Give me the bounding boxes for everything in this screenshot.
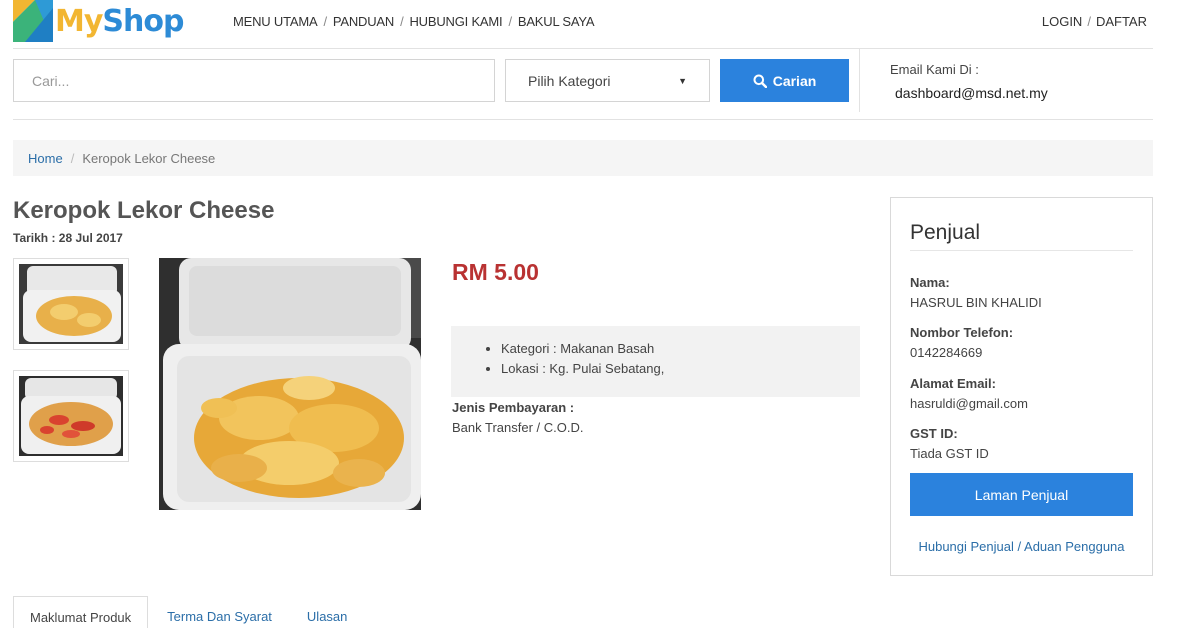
nav-menu-utama[interactable]: MENU UTAMA (233, 14, 318, 29)
seller-email: hasruldi@gmail.com (910, 396, 1028, 411)
nav-separator: / (400, 14, 404, 29)
seller-links-separator: / (1017, 539, 1022, 554)
seller-panel: Penjual Nama: HASRUL BIN KHALIDI Nombor … (890, 197, 1153, 576)
product-thumbnail[interactable] (13, 258, 129, 350)
nav-bakul-saya[interactable]: BAKUL SAYA (518, 14, 595, 29)
contact-email[interactable]: dashboard@msd.net.my (895, 85, 1048, 101)
login-link[interactable]: LOGIN (1042, 14, 1082, 29)
search-divider (859, 49, 860, 112)
seller-panel-title: Penjual (910, 221, 981, 244)
breadcrumb-home[interactable]: Home (28, 151, 63, 166)
product-location: Lokasi : Kg. Pulai Sebatang, (501, 359, 860, 379)
tab-maklumat-produk[interactable]: Maklumat Produk (13, 596, 149, 628)
contact-seller-link[interactable]: Hubungi Penjual (918, 539, 1013, 554)
top-navigation: MENU UTAMA / PANDUAN / HUBUNGI KAMI / BA… (233, 14, 595, 29)
seller-email-label: Alamat Email: (910, 376, 996, 391)
seller-gst-label: GST ID: (910, 426, 958, 441)
auth-separator: / (1087, 14, 1091, 29)
product-thumbnail-image (19, 376, 123, 456)
nav-panduan[interactable]: PANDUAN (333, 14, 394, 29)
seller-name: HASRUL BIN KHALIDI (910, 295, 1042, 310)
product-thumbnail-image (19, 264, 123, 344)
logo-my: My (55, 3, 103, 39)
product-title: Keropok Lekor Cheese (13, 197, 275, 224)
breadcrumb-separator: / (70, 150, 75, 166)
logo-mark-icon (13, 0, 53, 42)
product-tabs: Maklumat Produk Terma Dan Syarat Ulasan (13, 596, 363, 628)
breadcrumb-current: Keropok Lekor Cheese (82, 150, 216, 166)
search-row-divider (13, 119, 1153, 120)
logo-shop: Shop (102, 3, 184, 39)
tab-terma-dan-syarat[interactable]: Terma Dan Syarat (151, 596, 288, 628)
product-date: Tarikh : 28 Jul 2017 (13, 231, 123, 245)
caret-down-icon: ▼ (678, 75, 687, 86)
seller-name-label: Nama: (910, 275, 950, 290)
payment-label: Jenis Pembayaran : (452, 400, 575, 415)
product-thumbnail[interactable] (13, 370, 129, 462)
nav-separator: / (323, 14, 327, 29)
register-link[interactable]: DAFTAR (1096, 14, 1147, 29)
seller-phone: 0142284669 (910, 345, 983, 360)
product-info-box: Kategori : Makanan Basah Lokasi : Kg. Pu… (451, 326, 860, 397)
seller-phone-label: Nombor Telefon: (910, 325, 1014, 340)
seller-divider (910, 250, 1133, 251)
search-button[interactable]: Carian (720, 59, 849, 102)
contact-email-label: Email Kami Di : (890, 62, 979, 77)
category-select[interactable]: Pilih Kategori ▼ (505, 59, 710, 102)
report-link[interactable]: Aduan Pengguna (1024, 539, 1124, 554)
product-main-image[interactable] (159, 258, 421, 510)
search-input[interactable]: Cari... (13, 59, 495, 102)
breadcrumb: Home / Keropok Lekor Cheese (13, 140, 1153, 176)
product-price: RM 5.00 (452, 259, 539, 285)
nav-separator: / (508, 14, 512, 29)
seller-links: Hubungi Penjual / Aduan Pengguna (891, 539, 1152, 554)
seller-page-button[interactable]: Laman Penjual (910, 473, 1133, 516)
search-button-label: Carian (772, 72, 817, 89)
tab-ulasan[interactable]: Ulasan (291, 596, 363, 628)
search-icon (753, 74, 767, 88)
auth-links: LOGIN / DAFTAR (1042, 14, 1147, 29)
product-category: Kategori : Makanan Basah (501, 339, 860, 359)
seller-gst: Tiada GST ID (910, 446, 989, 461)
site-logo[interactable]: MyShop (13, 0, 184, 42)
nav-hubungi-kami[interactable]: HUBUNGI KAMI (409, 14, 502, 29)
payment-value: Bank Transfer / C.O.D. (452, 420, 584, 435)
header-divider (13, 48, 1153, 49)
category-select-value: Pilih Kategori (528, 72, 611, 89)
logo-text: MyShop (55, 3, 184, 39)
